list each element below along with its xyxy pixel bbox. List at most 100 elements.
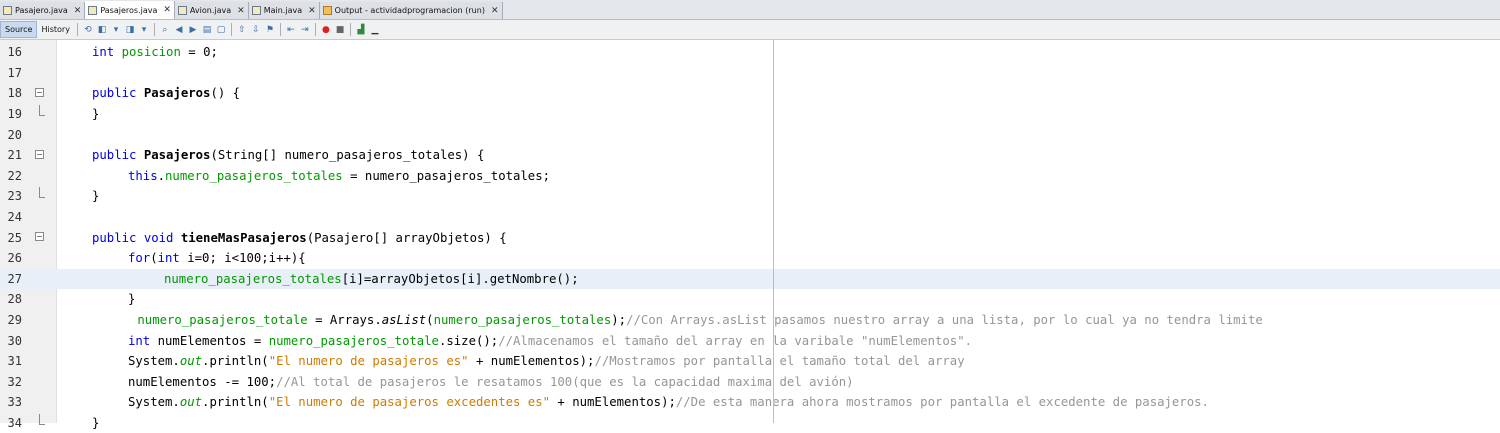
keyword: for	[128, 251, 151, 266]
shift-left-icon[interactable]: ⇤	[286, 25, 296, 35]
java-file-icon	[177, 6, 187, 15]
tab-main-java[interactable]: Main.java ✕	[248, 2, 320, 19]
tab-avion-java[interactable]: Avion.java ✕	[174, 2, 249, 19]
code-punct: );	[611, 313, 627, 328]
close-icon[interactable]: ✕	[308, 6, 316, 16]
code-text: public Pasajeros(String[] numero_pasajer…	[92, 148, 484, 162]
next-bookmark-icon[interactable]: ⇩	[251, 25, 261, 35]
right-margin-guide	[773, 40, 774, 423]
field: numero_pasajeros_totale	[137, 313, 308, 328]
code-editor[interactable]: 16 int posicion = 0; 17 18 − public Pasa…	[0, 40, 1500, 430]
code-text: public void tieneMasPasajeros(Pasajero[]…	[92, 231, 507, 245]
chart-icon[interactable]: ▟	[356, 25, 366, 35]
line-number: 24	[7, 210, 22, 225]
dropdown-icon[interactable]: ▾	[139, 25, 149, 35]
code-line[interactable]: 28 }	[0, 289, 1500, 310]
code-punct: + numElementos);	[550, 395, 676, 410]
fold-collapse-icon[interactable]: −	[35, 88, 44, 98]
method-name: Pasajeros	[143, 86, 211, 101]
fold-collapse-icon[interactable]: −	[35, 232, 44, 242]
code-rest: (Pasajero[] arrayObjetos) {	[306, 230, 507, 245]
code-line-current[interactable]: 27 numero_pasajeros_totales[i]=arrayObje…	[0, 268, 1500, 290]
tab-pasajero-java[interactable]: Pasajero.java ✕	[0, 2, 86, 19]
code-line[interactable]: 30 int numElementos = numero_pasajeros_t…	[0, 330, 1500, 351]
previous-bookmark-icon[interactable]: ⇧	[237, 25, 247, 35]
editor-toolbar: Source History ⟲ ◧ ▾ ◨ ▾ ⌕ ◀ ▶ ▤ ▢ ⇧ ⇩ ⚑…	[0, 20, 1500, 40]
method-name: Pasajeros	[143, 148, 211, 163]
code-rest: (String[] numero_pasajeros_totales) {	[210, 148, 485, 163]
code-line[interactable]: 23 }	[0, 186, 1500, 207]
comment: //De esta manera ahora mostramos por pan…	[675, 395, 1209, 410]
source-button[interactable]: Source	[0, 21, 38, 38]
code-line[interactable]: 18 − public Pasajeros() {	[0, 83, 1500, 104]
code-line[interactable]: 32 numElementos -= 100;//Al total de pas…	[0, 372, 1500, 393]
code-rest: () {	[210, 86, 241, 101]
code-text: }	[92, 107, 100, 122]
keyword: public	[92, 86, 137, 101]
back-icon[interactable]: ◧	[97, 25, 107, 35]
field: numero_pasajeros_totales	[164, 271, 342, 286]
tab-output[interactable]: Output - actividadprogramacion (run) ✕	[319, 2, 503, 19]
close-icon[interactable]: ✕	[237, 6, 245, 16]
fold-collapse-icon[interactable]: −	[35, 150, 44, 159]
toggle-bookmark-icon[interactable]: ⚑	[265, 25, 275, 35]
underline-icon[interactable]: ▁	[370, 25, 380, 35]
comment: //Almacenamos el tamaño del array en la …	[498, 333, 973, 348]
tab-label: Pasajeros.java	[100, 5, 158, 15]
code-text: int posicion = 0;	[92, 45, 218, 59]
editor-tab-bar: Pasajero.java ✕ Pasajeros.java ✕ Avion.j…	[0, 0, 1500, 20]
line-number: 22	[7, 168, 22, 183]
stop-macro-icon[interactable]: ■	[335, 25, 345, 35]
close-icon[interactable]: ✕	[163, 5, 171, 15]
find-previous-icon[interactable]: ◀	[174, 25, 184, 35]
code-text: numero_pasajeros_totales[i]=arrayObjetos…	[164, 272, 579, 286]
code-line[interactable]: 25 − public void tieneMasPasajeros(Pasaj…	[0, 227, 1500, 248]
code-line[interactable]: 26 for(int i=0; i<100;i++){	[0, 248, 1500, 269]
find-next-icon[interactable]: ▶	[188, 25, 198, 35]
code-punct: = Arrays.	[307, 313, 382, 328]
shift-right-icon[interactable]: ⇥	[300, 25, 310, 35]
code-text: for(int i=0; i<100;i++){	[128, 251, 306, 265]
code-rest: = 0;	[180, 45, 218, 60]
code-rest: [i]=arrayObjetos[i].getNombre();	[341, 271, 579, 286]
code-line[interactable]: 20	[0, 124, 1500, 145]
tab-label: Output - actividadprogramacion (run)	[334, 6, 485, 15]
dropdown-icon[interactable]: ▾	[111, 25, 121, 35]
code-text: }	[92, 416, 100, 431]
code-line[interactable]: 17	[0, 63, 1500, 84]
code-line[interactable]: 16 int posicion = 0;	[0, 42, 1500, 63]
keyword: public	[92, 148, 137, 163]
code-text: }	[128, 292, 136, 307]
search-icon[interactable]: ⌕	[160, 25, 170, 35]
line-number: 23	[7, 189, 22, 204]
toggle-highlight-icon[interactable]: ▤	[202, 25, 212, 35]
line-number: 32	[7, 374, 22, 389]
code-line[interactable]: 22 this.numero_pasajeros_totales = numer…	[0, 166, 1500, 187]
code-line[interactable]: 21 − public Pasajeros(String[] numero_pa…	[0, 145, 1500, 166]
history-button[interactable]: History	[37, 21, 73, 38]
rectangular-selection-icon[interactable]: ▢	[216, 25, 226, 35]
close-icon[interactable]: ✕	[74, 6, 82, 16]
comment: //Al total de pasajeros le resatamos 100…	[276, 374, 854, 389]
tab-label: Pasajero.java	[15, 6, 68, 15]
code-punct: .size();	[438, 333, 499, 348]
string-literal: "El numero de pasajeros excedentes es"	[268, 395, 551, 410]
static-field: out	[179, 395, 203, 410]
code-line[interactable]: 19 }	[0, 104, 1500, 125]
line-number: 31	[7, 354, 22, 369]
keyword: int	[157, 251, 180, 266]
field: numero_pasajeros_totales	[165, 168, 343, 183]
close-icon[interactable]: ✕	[491, 6, 499, 16]
code-line[interactable]: 33 System.out.println("El numero de pasa…	[0, 392, 1500, 413]
tab-label: Avion.java	[189, 6, 232, 15]
line-number: 16	[7, 45, 22, 60]
code-line[interactable]: 29 numero_pasajeros_totale = Arrays.asLi…	[0, 310, 1500, 331]
forward-icon[interactable]: ◨	[125, 25, 135, 35]
tab-pasajeros-java[interactable]: Pasajeros.java ✕	[85, 1, 175, 19]
line-number: 27	[7, 271, 22, 286]
toolbar-separator	[153, 23, 155, 36]
start-macro-icon[interactable]: ●	[321, 25, 331, 35]
code-line[interactable]: 31 System.out.println("El numero de pasa…	[0, 351, 1500, 372]
code-line[interactable]: 24	[0, 207, 1500, 228]
last-edit-icon[interactable]: ⟲	[83, 25, 93, 35]
